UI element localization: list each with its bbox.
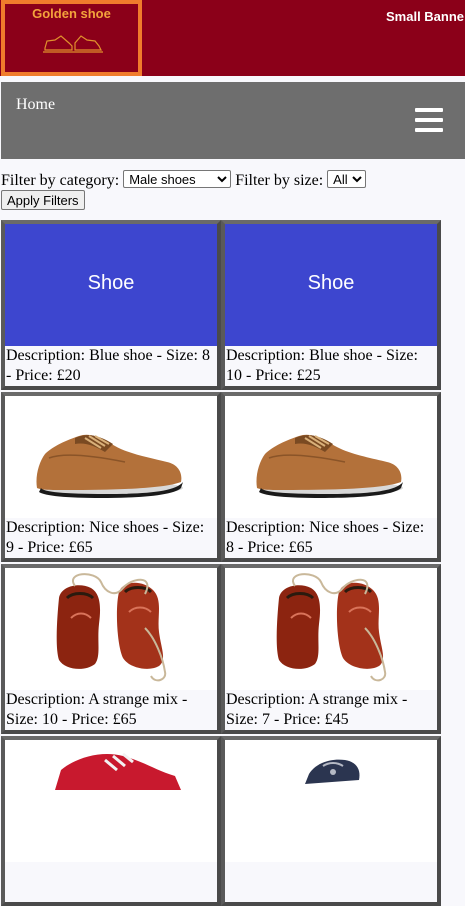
category-filter-label: Filter by category: bbox=[1, 172, 120, 189]
product-image[interactable]: Shoe bbox=[225, 224, 437, 346]
filter-form: Filter by category: Male shoes Filter by… bbox=[1, 170, 465, 210]
logo[interactable]: Golden shoe bbox=[1, 0, 142, 76]
placeholder-label: Shoe bbox=[87, 272, 135, 294]
product-description: Description: Nice shoes - Size: 9 - Pric… bbox=[6, 519, 205, 556]
size-select[interactable]: All bbox=[327, 170, 367, 188]
small-banner: Small Banne bbox=[386, 9, 465, 24]
apply-filters-button[interactable]: Apply Filters bbox=[1, 190, 85, 210]
category-select[interactable]: Male shoes bbox=[123, 170, 232, 188]
product-card[interactable]: Description: A strange mix - Size: 7 - P… bbox=[221, 564, 441, 734]
logo-title: Golden shoe bbox=[32, 6, 111, 21]
product-image[interactable]: Shoe bbox=[5, 224, 217, 346]
product-description: Description: A strange mix - Size: 10 - … bbox=[6, 691, 188, 728]
size-filter-label: Filter by size: bbox=[235, 172, 324, 189]
product-description: Description: Nice shoes - Size: 8 - Pric… bbox=[226, 519, 425, 556]
shoes-logo-icon bbox=[43, 35, 103, 53]
site-header: Golden shoe Small Banne bbox=[0, 0, 465, 76]
product-image[interactable] bbox=[5, 396, 217, 518]
product-image[interactable] bbox=[225, 396, 437, 518]
product-card[interactable]: Description: Nice shoes - Size: 9 - Pric… bbox=[1, 392, 221, 562]
product-card[interactable]: Shoe Description: Blue shoe - Size: 10 - … bbox=[221, 220, 441, 390]
product-description: Description: Blue shoe - Size: 8 - Price… bbox=[6, 347, 210, 384]
product-image[interactable] bbox=[225, 740, 437, 862]
nav-home-link[interactable]: Home bbox=[16, 96, 55, 114]
placeholder-label: Shoe bbox=[307, 272, 355, 294]
hamburger-menu-icon[interactable] bbox=[415, 108, 443, 132]
product-image[interactable] bbox=[5, 740, 217, 862]
product-card[interactable] bbox=[221, 736, 441, 906]
product-image[interactable] bbox=[5, 568, 217, 690]
product-card[interactable]: Description: Nice shoes - Size: 8 - Pric… bbox=[221, 392, 441, 562]
navbar: Home bbox=[1, 82, 465, 159]
product-description: Description: Blue shoe - Size: 10 - Pric… bbox=[226, 347, 418, 384]
product-card[interactable] bbox=[1, 736, 221, 906]
product-card[interactable]: Shoe Description: Blue shoe - Size: 8 - P… bbox=[1, 220, 221, 390]
product-card[interactable]: Description: A strange mix - Size: 10 - … bbox=[1, 564, 221, 734]
product-description: Description: A strange mix - Size: 7 - P… bbox=[226, 691, 408, 728]
product-image[interactable] bbox=[225, 568, 437, 690]
